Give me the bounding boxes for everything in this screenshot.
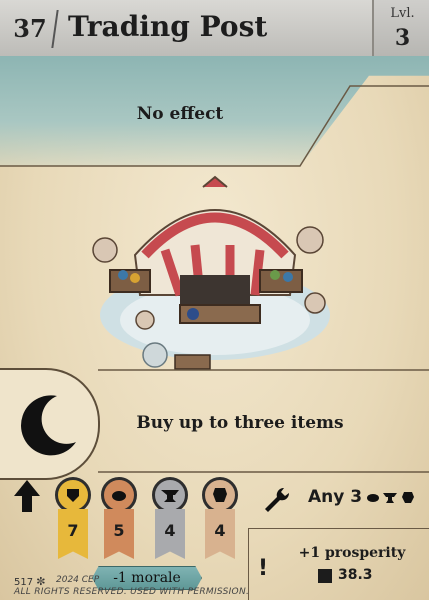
price-badge-leather: 4 bbox=[202, 477, 238, 559]
level-box: Lvl. 3 bbox=[372, 0, 429, 56]
resource-mini-icons bbox=[367, 492, 414, 503]
trading-post-tent-illustration bbox=[92, 175, 330, 370]
crescent-moon-icon bbox=[21, 395, 76, 456]
price-badge-anvil: 4 bbox=[152, 477, 188, 559]
copyright-text: ALL RIGHTS RESERVED. USED WITH PERMISSIO… bbox=[14, 587, 250, 597]
book-icon bbox=[318, 569, 332, 583]
book-value: 38.3 bbox=[338, 567, 373, 583]
building-card: 37 Trading Post Lvl. 3 No effect Buy up … bbox=[0, 0, 429, 600]
price-badge-metal: 7 bbox=[55, 477, 91, 559]
prosperity-text: +1 prosperity bbox=[298, 545, 406, 561]
leather-icon bbox=[202, 477, 238, 513]
top-effect-text: No effect bbox=[136, 104, 224, 124]
hide-icon bbox=[101, 477, 137, 513]
up-arrow-icon bbox=[14, 480, 40, 512]
price-badge-hide: 5 bbox=[101, 477, 137, 559]
card-title: Trading Post bbox=[68, 10, 268, 43]
level-value: 3 bbox=[394, 25, 411, 51]
price-value: 4 bbox=[205, 509, 235, 559]
copyright-year: 2024 CEP bbox=[56, 575, 100, 585]
alert-icon: ! bbox=[258, 556, 269, 581]
card-number: 37 bbox=[13, 13, 47, 43]
price-value: 7 bbox=[58, 509, 88, 559]
any-resource-label: Any 3 bbox=[308, 487, 363, 507]
card-header: 37 Trading Post Lvl. 3 bbox=[0, 0, 429, 58]
wrench-icon bbox=[265, 487, 290, 512]
price-value: 4 bbox=[155, 509, 185, 559]
bottom-effect-text: Buy up to three items bbox=[136, 413, 344, 433]
night-section bbox=[0, 368, 100, 480]
level-label: Lvl. bbox=[390, 6, 415, 21]
footer-panel bbox=[248, 528, 429, 600]
price-value: 5 bbox=[104, 509, 134, 559]
metal-icon bbox=[55, 477, 91, 513]
anvil-icon bbox=[152, 477, 188, 513]
